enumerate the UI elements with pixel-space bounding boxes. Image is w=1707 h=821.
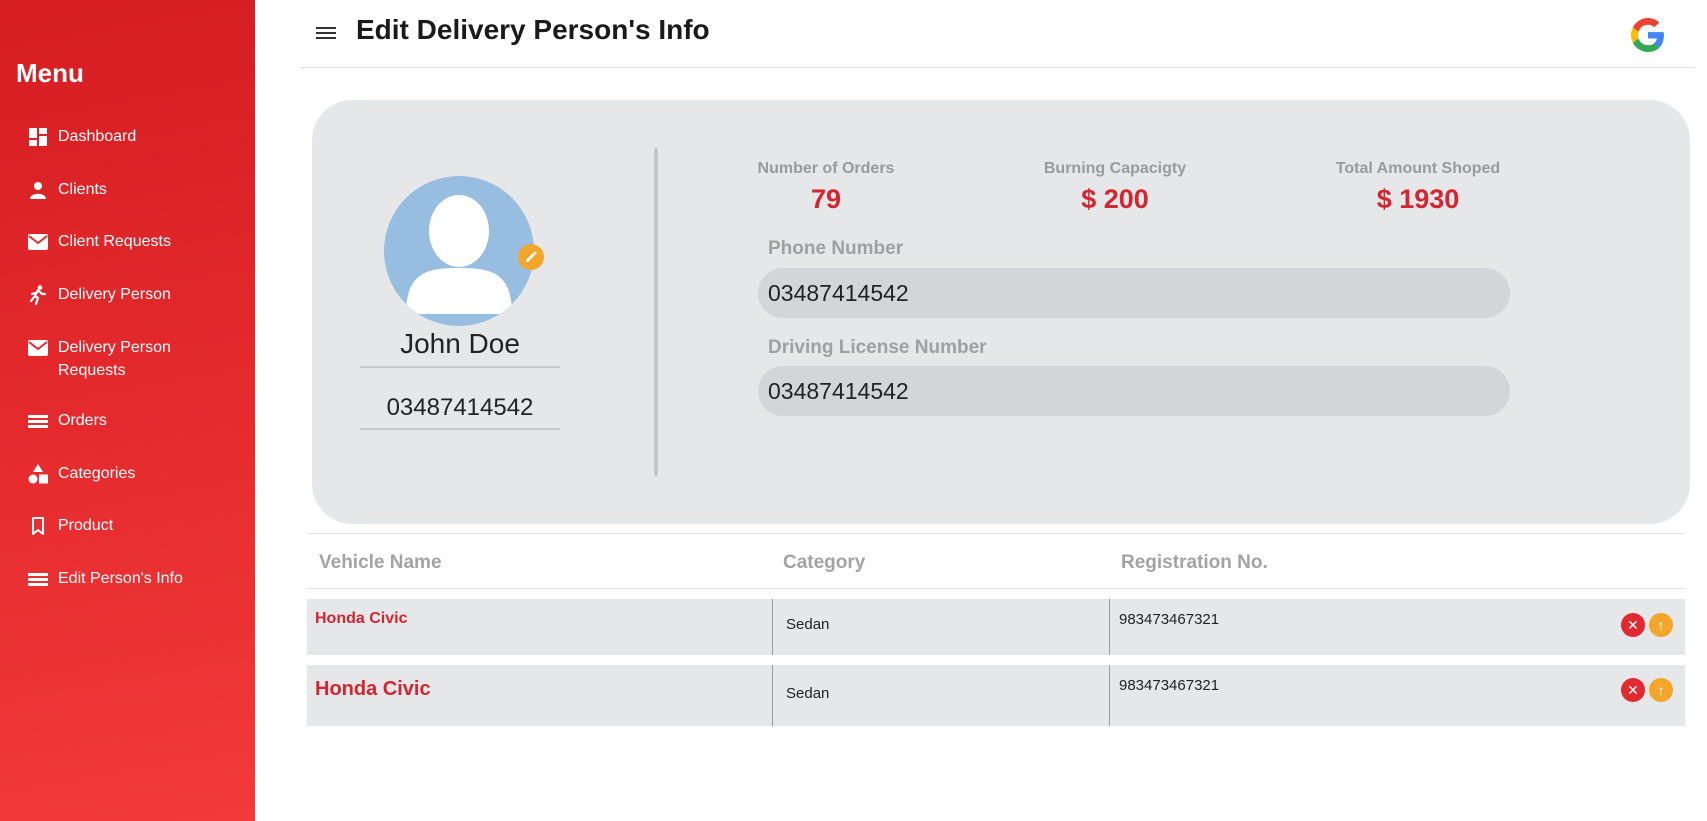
- row-actions: ✕ ↑: [1621, 613, 1673, 637]
- person-phone: 03487414542: [360, 394, 560, 430]
- mail-icon: [28, 232, 48, 252]
- delete-row-button[interactable]: ✕: [1621, 613, 1645, 637]
- sidebar-item-delivery-person-requests[interactable]: Delivery Person Requests: [28, 336, 198, 382]
- sidebar-item-label: Delivery Person: [58, 286, 171, 303]
- registration-text: 983473467321: [1119, 677, 1220, 694]
- sidebar-item-label: Edit Person's Info: [58, 570, 183, 587]
- sidebar-item-clients[interactable]: Clients: [28, 178, 198, 201]
- phone-number-input[interactable]: [758, 268, 1510, 318]
- upload-row-button[interactable]: ↑: [1649, 678, 1673, 702]
- sidebar-item-label: Clients: [58, 181, 107, 198]
- stat-burning-capacity: Burning Capacigty $ 200: [1015, 160, 1215, 215]
- sidebar-item-delivery-person[interactable]: Delivery Person: [28, 283, 198, 306]
- sidebar-item-label: Client Requests: [58, 233, 171, 250]
- driving-license-label: Driving License Number: [768, 337, 987, 358]
- stat-label: Number of Orders: [757, 160, 895, 177]
- edit-avatar-icon[interactable]: [518, 244, 544, 270]
- bookmark-icon: [28, 516, 48, 536]
- sidebar-item-categories[interactable]: Categories: [28, 462, 198, 485]
- vertical-divider: [654, 148, 658, 476]
- stat-number-of-orders: Number of Orders 79: [726, 160, 926, 215]
- mail-icon: [28, 338, 48, 358]
- sidebar-item-orders[interactable]: Orders: [28, 409, 198, 432]
- registration-text: 983473467321: [1119, 611, 1220, 628]
- upload-row-button[interactable]: ↑: [1649, 613, 1673, 637]
- person-icon: [28, 180, 48, 200]
- registration-cell: 983473467321: [1109, 665, 1219, 726]
- category-text: Sedan: [786, 685, 830, 702]
- running-person-icon: [28, 285, 48, 305]
- top-bar: Edit Delivery Person's Info: [300, 0, 1695, 68]
- profile-card: John Doe 03487414542 Number of Orders 79…: [312, 100, 1690, 524]
- sidebar-item-label: Dashboard: [58, 128, 137, 145]
- stat-value: $ 1930: [1376, 184, 1460, 214]
- sidebar-item-dashboard[interactable]: Dashboard: [28, 125, 198, 148]
- list-icon: [28, 569, 48, 589]
- column-header-registration: Registration No.: [1121, 552, 1268, 573]
- sidebar-item-product[interactable]: Product: [28, 514, 198, 537]
- dashboard-icon: [28, 127, 48, 147]
- sidebar: Menu Dashboard Clients Client Requests D…: [0, 0, 255, 821]
- stat-label: Total Amount Shoped: [1335, 160, 1501, 177]
- delete-row-button[interactable]: ✕: [1621, 678, 1645, 702]
- category-cell: Sedan: [772, 599, 829, 655]
- list-icon: [28, 411, 48, 431]
- stat-label: Burning Capacigty: [1043, 160, 1187, 177]
- column-header-category: Category: [783, 552, 866, 573]
- sidebar-item-edit-persons-info[interactable]: Edit Person's Info: [28, 567, 198, 590]
- phone-number-label: Phone Number: [768, 238, 904, 259]
- vehicle-name-cell: Honda Civic: [315, 610, 408, 627]
- sidebar-item-label: Product: [58, 517, 114, 534]
- page-title: Edit Delivery Person's Info: [356, 14, 710, 45]
- sidebar-item-label: Delivery Person Requests: [58, 339, 171, 379]
- stat-total-amount: Total Amount Shoped $ 1930: [1318, 160, 1518, 215]
- vehicle-name-cell: Honda Civic: [315, 678, 431, 700]
- category-cell: Sedan: [772, 665, 829, 726]
- hamburger-menu-icon[interactable]: [316, 24, 338, 42]
- driving-license-input[interactable]: [758, 366, 1510, 416]
- stat-value: $ 200: [1081, 184, 1149, 214]
- sidebar-item-client-requests[interactable]: Client Requests: [28, 230, 198, 253]
- shapes-icon: [28, 464, 48, 484]
- row-actions: ✕ ↑: [1621, 678, 1673, 702]
- person-name: John Doe: [360, 328, 560, 368]
- stat-value: 79: [810, 184, 842, 214]
- table-row[interactable]: Honda Civic Sedan 983473467321 ✕ ↑: [307, 599, 1685, 655]
- sidebar-item-label: Categories: [58, 465, 136, 482]
- menu-title: Menu: [16, 58, 84, 88]
- avatar: [384, 176, 534, 326]
- google-icon[interactable]: [1631, 18, 1665, 52]
- category-text: Sedan: [786, 616, 830, 633]
- sidebar-item-label: Orders: [58, 412, 107, 429]
- table-row[interactable]: Honda Civic Sedan 983473467321 ✕ ↑: [307, 665, 1685, 726]
- registration-cell: 983473467321: [1109, 599, 1219, 655]
- column-header-vehicle-name: Vehicle Name: [319, 552, 442, 573]
- vehicles-table: Vehicle Name Category Registration No. H…: [307, 533, 1685, 726]
- table-header: Vehicle Name Category Registration No.: [307, 533, 1685, 589]
